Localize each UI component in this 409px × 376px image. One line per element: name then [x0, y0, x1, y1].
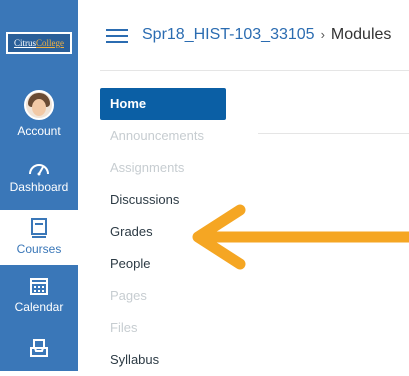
- global-nav-calendar[interactable]: Calendar: [0, 276, 78, 314]
- global-nav-label: Calendar: [14, 300, 64, 314]
- logo-text-citrus: Citrus: [13, 38, 36, 48]
- course-nav-files: Files: [110, 320, 138, 335]
- inbox-icon: [30, 339, 48, 357]
- dashboard-icon: [29, 164, 49, 176]
- course-nav-pages: Pages: [110, 288, 147, 303]
- course-nav-people[interactable]: People: [100, 248, 230, 280]
- breadcrumb-course-link[interactable]: Spr18_HIST-103_33105: [142, 26, 315, 43]
- global-nav-label: Courses: [16, 242, 62, 256]
- global-nav-courses[interactable]: Courses: [0, 210, 78, 265]
- hamburger-menu-icon[interactable]: [106, 29, 128, 43]
- course-nav-announcements: Announcements: [110, 128, 204, 143]
- course-nav: Home Announcements Assignments Discussio…: [100, 88, 230, 376]
- college-logo[interactable]: Citrus College: [6, 32, 72, 54]
- course-nav-discussions[interactable]: Discussions: [100, 184, 230, 216]
- content-divider: [258, 133, 409, 134]
- course-nav-grades[interactable]: Grades: [100, 216, 230, 248]
- global-nav-label: Account: [17, 124, 61, 138]
- global-nav-inbox[interactable]: [0, 338, 78, 362]
- book-icon: [31, 218, 47, 238]
- logo-text-college: College: [36, 38, 64, 48]
- breadcrumb-current: Modules: [330, 26, 392, 43]
- course-nav-syllabus[interactable]: Syllabus: [100, 344, 230, 376]
- global-nav: CitrusCollege Account Dashboard Courses: [0, 0, 78, 371]
- breadcrumb-separator: ›: [320, 27, 325, 42]
- course-nav-home[interactable]: Home: [100, 88, 226, 120]
- global-nav-dashboard[interactable]: Dashboard: [0, 160, 78, 194]
- header-divider: [100, 70, 409, 71]
- global-nav-label: Dashboard: [9, 180, 69, 194]
- breadcrumb: Spr18_HIST-103_33105 › Modules: [142, 26, 391, 44]
- calendar-icon: [30, 278, 48, 295]
- course-nav-assignments: Assignments: [110, 160, 185, 175]
- page-header: Spr18_HIST-103_33105 › Modules: [100, 0, 409, 70]
- avatar: [24, 90, 54, 120]
- global-nav-account[interactable]: Account: [0, 90, 78, 138]
